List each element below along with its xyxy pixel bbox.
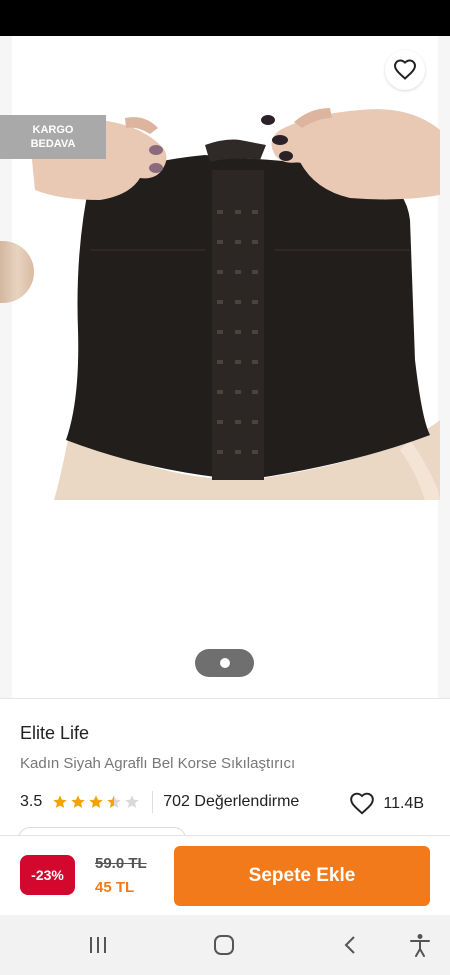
favorite-count-value: 11.4B [383, 795, 424, 812]
product-info: Elite Life Kadın Siyah Agraflı Bel Korse… [0, 698, 450, 851]
review-count[interactable]: 702 Değerlendirme [163, 793, 299, 811]
accessibility-button[interactable] [404, 929, 436, 961]
recent-apps-button[interactable] [82, 929, 114, 961]
back-button[interactable] [20, 54, 60, 86]
pager-dot-active [219, 658, 230, 668]
previous-image-peek [0, 241, 34, 303]
product-name: Kadın Siyah Agraflı Bel Korse Sıkılaştır… [20, 755, 296, 772]
star-icon [89, 795, 103, 808]
rating-stars [52, 794, 140, 810]
star-icon [107, 795, 121, 808]
badge-line-2: BEDAVA [30, 138, 76, 150]
badge-line-1: KARGO [32, 124, 74, 136]
divider [152, 791, 154, 813]
rating-value: 3.5 [20, 793, 43, 810]
product-photo[interactable] [30, 100, 440, 500]
bottom-purchase-bar: -23% 59.0 TL 45 TL Sepete Ekle [0, 835, 450, 915]
favorite-count[interactable]: 11.4B [349, 791, 424, 817]
new-price: 45 TL [95, 879, 135, 896]
old-price: 59.0 TL [95, 855, 147, 872]
status-bar [0, 0, 450, 36]
brand-name[interactable]: Elite Life [20, 723, 89, 744]
top-bar [0, 36, 450, 102]
rating-row: 3.5 702 Değerlendirme 11.4B [20, 791, 430, 815]
discount-badge: -23% [20, 855, 75, 895]
gallery-pager[interactable] [195, 649, 254, 677]
star-icon [71, 795, 85, 808]
share-button[interactable] [322, 54, 358, 86]
system-navigation-bar [0, 915, 450, 975]
back-arrow-icon [30, 61, 50, 79]
heart-outline-icon [350, 792, 375, 815]
home-icon [214, 935, 234, 955]
star-icon [53, 795, 67, 808]
accessibility-icon [410, 934, 430, 957]
home-button[interactable] [208, 929, 240, 961]
add-to-cart-button[interactable]: Sepete Ekle [174, 846, 430, 906]
recent-apps-icon [90, 937, 106, 953]
share-icon [330, 59, 350, 81]
nav-back-icon [344, 936, 355, 954]
heart-outline-icon [393, 59, 417, 80]
star-icon [125, 795, 139, 808]
nav-back-button[interactable] [334, 929, 366, 961]
favorite-button[interactable] [385, 50, 425, 90]
free-shipping-badge: KARGO BEDAVA [0, 115, 106, 159]
